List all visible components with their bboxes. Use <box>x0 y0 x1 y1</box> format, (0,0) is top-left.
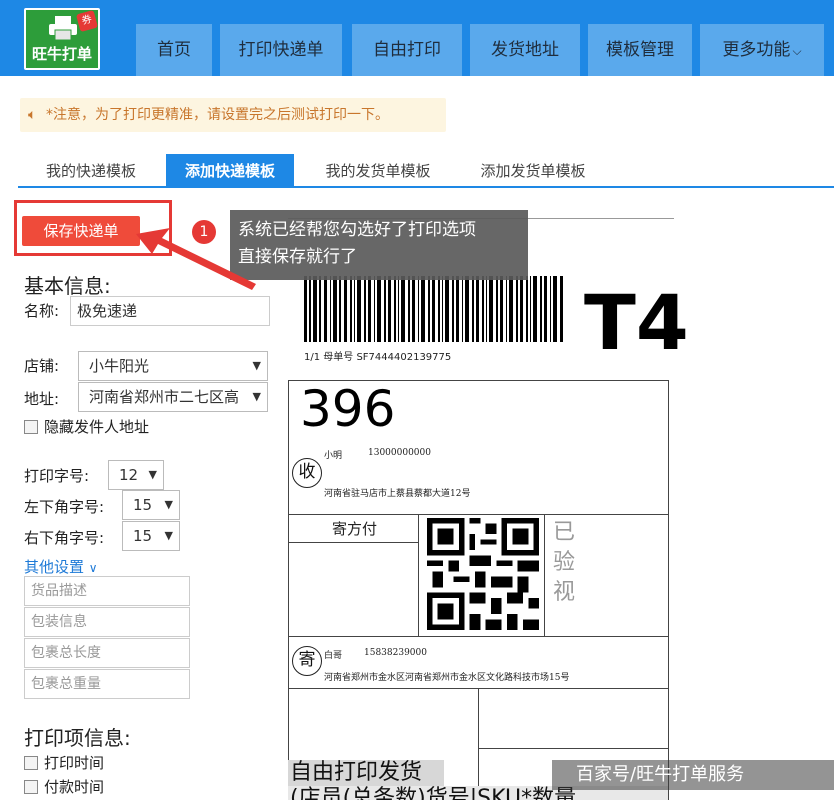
tooltip-line-1: 系统已经帮您勾选好了打印选项 <box>238 220 476 240</box>
hide-sender-label: 隐藏发件人地址 <box>44 418 150 436</box>
logo-text: 旺牛打单 <box>31 45 92 63</box>
receiver-name: 小明 <box>324 451 343 461</box>
print-items-title: 打印项信息: <box>24 726 131 750</box>
nav-more-label: 更多功能 <box>722 40 791 60</box>
notice-bar: 🔈︎ *注意，为了打印更精准，请设置完之后测试打印一下。 <box>20 98 446 132</box>
nav-print-waybill[interactable]: 打印快递单 <box>220 24 342 76</box>
print-time-option[interactable]: 打印时间 <box>24 752 104 773</box>
name-input[interactable]: 极免速递 <box>70 296 270 326</box>
shop-label: 店铺: <box>24 357 60 375</box>
sender-name: 白哥 <box>324 651 343 661</box>
receiver-phone: 13000000000 <box>368 448 431 458</box>
callout-arrow-icon <box>136 228 256 290</box>
qr-code-icon <box>427 518 539 630</box>
hide-sender-checkbox[interactable] <box>24 420 38 434</box>
dropdown-arrow-icon: ▼ <box>249 383 261 411</box>
tooltip-line-2: 直接保存就行了 <box>238 247 357 267</box>
tab-add-invoice-template[interactable]: 添加发货单模板 <box>466 154 600 188</box>
bottom-left-size-value: 15 <box>133 496 153 514</box>
address-label: 地址: <box>24 390 60 408</box>
app-logo[interactable]: 券 旺牛打单 <box>24 8 100 70</box>
print-time-checkbox[interactable] <box>24 756 38 770</box>
goods-description-input[interactable]: 货品描述 <box>24 576 190 606</box>
speaker-icon: 🔈︎ <box>28 107 37 123</box>
print-time-label: 打印时间 <box>44 754 105 772</box>
pay-time-checkbox[interactable] <box>24 780 38 794</box>
nav-free-print[interactable]: 自由打印 <box>352 24 462 76</box>
dropdown-arrow-icon: ▼ <box>161 522 173 550</box>
font-size-value: 12 <box>119 466 139 484</box>
bottom-right-size-label: 右下角字号: <box>24 529 105 547</box>
hide-sender-address-option[interactable]: 隐藏发件人地址 <box>24 416 149 437</box>
hint-tooltip: 系统已经帮您勾选好了打印选项 直接保存就行了 <box>230 210 528 280</box>
waybill-number: 1/1 母单号 SF7444402139775 <box>304 352 452 363</box>
inspected-stamp: 已验视 <box>552 520 575 605</box>
other-settings-toggle[interactable]: 其他设置 ∨ <box>24 556 98 577</box>
font-size-select[interactable]: 12 ▼ <box>108 460 164 490</box>
font-size-label: 打印字号: <box>24 467 90 485</box>
sender-mark: 寄 <box>292 646 322 676</box>
shop-select-value: 小牛阳光 <box>89 357 150 375</box>
dropdown-arrow-icon: ▼ <box>249 352 261 380</box>
package-length-input[interactable]: 包裹总长度 <box>24 638 190 668</box>
tab-my-express-templates[interactable]: 我的快递模板 <box>28 154 154 188</box>
nav-template-manage[interactable]: 模板管理 <box>588 24 692 76</box>
pay-time-label: 付款时间 <box>44 778 105 796</box>
printer-icon <box>49 16 77 40</box>
free-print-shipping-label: 自由打印发货 <box>288 760 444 786</box>
receiver-address: 河南省驻马店市上蔡县蔡都大道12号 <box>324 489 471 499</box>
nav-home[interactable]: 首页 <box>136 24 212 76</box>
address-select-value: 河南省郑州市二七区高 <box>89 388 240 406</box>
nav-ship-address[interactable]: 发货地址 <box>470 24 580 76</box>
tab-my-invoice-templates[interactable]: 我的发货单模板 <box>308 154 448 188</box>
dropdown-arrow-icon: ▼ <box>161 491 173 519</box>
shop-select[interactable]: 小牛阳光 ▼ <box>78 351 268 381</box>
tab-add-express-template[interactable]: 添加快递模板 <box>166 154 294 188</box>
bottom-left-size-label: 左下角字号: <box>24 498 105 516</box>
pay-time-option[interactable]: 付款时间 <box>24 776 104 797</box>
bottom-left-size-select[interactable]: 15 ▼ <box>122 490 180 520</box>
waybill-preview: 1/1 母单号 SF7444402139775 T4 396 收 小明 1300… <box>288 218 689 800</box>
address-select[interactable]: 河南省郑州市二七区高 ▼ <box>78 382 268 412</box>
barcode-icon <box>304 276 563 342</box>
chevron-down-icon: ⌵ <box>792 44 802 58</box>
bottom-right-size-select[interactable]: 15 ▼ <box>122 521 180 551</box>
sender-address: 河南省郑州市金水区河南省郑州市金水区文化路科技市场15号 <box>324 673 570 683</box>
coupon-badge: 券 <box>75 9 99 33</box>
sender-phone: 15838239000 <box>364 648 427 658</box>
payment-method: 寄方付 <box>332 520 378 538</box>
package-weight-input[interactable]: 包裹总重量 <box>24 669 190 699</box>
save-waybill-button[interactable]: 保存快递单 <box>22 216 140 246</box>
source-watermark: 百家号/旺牛打单服务 <box>552 760 834 790</box>
sort-code: 396 <box>300 380 396 438</box>
route-code: T4 <box>584 278 689 367</box>
other-settings-label: 其他设置 <box>24 558 85 576</box>
nav-more-features[interactable]: 更多功能 ⌵ <box>700 24 824 76</box>
chevron-down-icon: ∨ <box>88 561 98 575</box>
top-nav-bar: 券 旺牛打单 首页 打印快递单 自由打印 发货地址 模板管理 更多功能 ⌵ <box>0 0 834 76</box>
receiver-mark: 收 <box>292 458 322 488</box>
notice-text: *注意，为了打印更精准，请设置完之后测试打印一下。 <box>46 107 389 123</box>
basic-info-title: 基本信息: <box>24 274 111 298</box>
template-tabs: 我的快递模板 添加快递模板 我的发货单模板 添加发货单模板 <box>18 154 834 188</box>
bottom-right-size-value: 15 <box>133 527 153 545</box>
dropdown-arrow-icon: ▼ <box>145 461 157 489</box>
package-info-input[interactable]: 包装信息 <box>24 607 190 637</box>
name-label: 名称: <box>24 302 60 320</box>
